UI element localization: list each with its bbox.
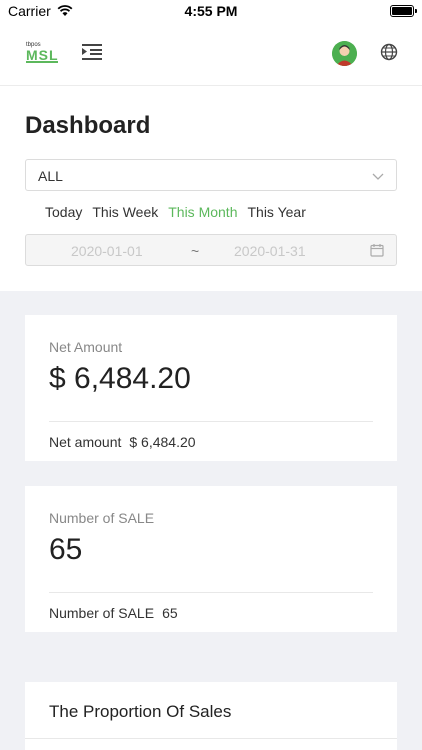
range-tab-this-month[interactable]: This Month: [168, 204, 237, 220]
net-amount-footer: Net amount $ 6,484.20: [49, 434, 204, 450]
divider: [49, 592, 373, 593]
date-range-picker[interactable]: 2020-01-01 ~ 2020-01-31: [25, 234, 397, 266]
proportion-title: The Proportion Of Sales: [49, 702, 232, 721]
app-logo[interactable]: tbpos MSL: [26, 42, 60, 64]
chevron-down-icon: [372, 173, 384, 180]
user-avatar[interactable]: [332, 41, 357, 66]
date-start: 2020-01-01: [71, 243, 143, 259]
net-amount-label: Net Amount: [49, 339, 123, 355]
status-time: 4:55 PM: [184, 3, 238, 19]
range-tab-this-week[interactable]: This Week: [92, 204, 158, 220]
net-amount-value: $ 6,484.20: [49, 362, 191, 395]
sale-count-card: Number of SALE 65 Number of SALE 65: [25, 486, 397, 632]
proportion-of-sales-card: The Proportion Of Sales: [25, 682, 397, 750]
sale-count-value: 65: [49, 533, 83, 566]
menu-toggle-icon[interactable]: [82, 43, 102, 61]
sale-count-footer-label: Number of SALE: [49, 605, 155, 621]
range-tab-this-year[interactable]: This Year: [247, 204, 305, 220]
quick-range-tabs: Today This Week This Month This Year: [45, 204, 316, 220]
avatar-icon: [332, 41, 357, 66]
calendar-icon: [370, 244, 384, 257]
app-header: tbpos MSL: [0, 24, 422, 86]
sale-count-footer-value: 65: [162, 605, 178, 621]
battery-icon: [390, 5, 417, 17]
divider: [25, 738, 397, 739]
store-select-value: ALL: [38, 168, 63, 184]
range-tab-today[interactable]: Today: [45, 204, 82, 220]
status-bar: Carrier 4:55 PM: [0, 0, 422, 24]
sale-count-footer: Number of SALE 65: [49, 605, 186, 621]
divider: [49, 421, 373, 422]
sale-count-label: Number of SALE: [49, 510, 155, 526]
filter-panel: Dashboard ALL Today This Week This Month…: [0, 86, 422, 291]
net-amount-footer-label: Net amount: [49, 434, 122, 450]
net-amount-footer-value: $ 6,484.20: [129, 434, 196, 450]
page-title: Dashboard: [25, 112, 151, 139]
date-separator: ~: [191, 243, 200, 259]
globe-icon[interactable]: [380, 43, 398, 61]
net-amount-card: Net Amount $ 6,484.20 Net amount $ 6,484.…: [25, 315, 397, 461]
store-select[interactable]: ALL: [25, 159, 397, 191]
logo-underline: [26, 61, 58, 63]
date-end: 2020-01-31: [234, 243, 306, 259]
